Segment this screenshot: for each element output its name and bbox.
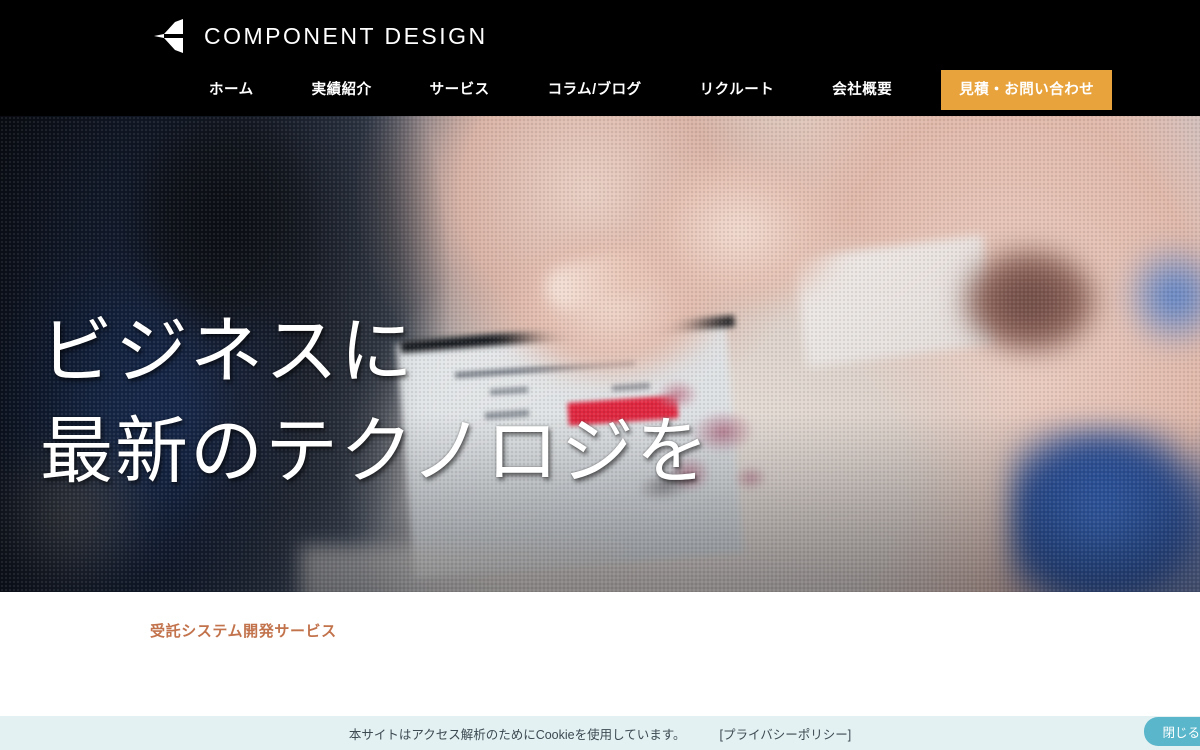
hero-copy: ビジネスに 最新のテクノロジを [40,302,711,502]
nav-item-recruit[interactable]: リクルート [671,70,804,110]
hero-photo-shirt-right-upper [1120,236,1200,356]
page-root: COMPONENT DESIGN ホーム 実績紹介 サービス コラム/ブログ リ… [0,0,1200,750]
chevron-left-logo-icon [154,19,183,53]
nav-item-works[interactable]: 実績紹介 [283,70,401,110]
hero-banner: ビジネスに 最新のテクノロジを [0,116,1200,592]
cookie-consent-bar: 本サイトはアクセス解析のためにCookieを使用しています。 [プライバシーポリ… [0,716,1200,750]
brand-name: COMPONENT DESIGN [204,22,488,49]
cookie-content: 本サイトはアクセス解析のためにCookieを使用しています。 [プライバシーポリ… [349,724,851,743]
cookie-close-button[interactable]: 閉じる [1144,717,1200,746]
hero-photo-hand-right [620,136,860,326]
site-logo[interactable]: COMPONENT DESIGN [150,17,488,55]
hero-photo-hair-right [950,236,1110,366]
privacy-policy-link[interactable]: [プライバシーポリシー] [719,724,851,743]
nav-item-services[interactable]: サービス [401,70,519,110]
main-content: 受託システム開発サービス [0,592,1200,716]
nav-item-company[interactable]: 会社概要 [803,70,921,110]
cookie-close-area: 閉じる [1140,716,1200,750]
section-title-service: 受託システム開発サービス [150,623,337,640]
site-header: COMPONENT DESIGN ホーム 実績紹介 サービス コラム/ブログ リ… [0,0,1200,116]
hero-headline-line2: 最新のテクノロジを [40,409,711,494]
cookie-message: 本サイトはアクセス解析のためにCookieを使用しています。 [348,727,686,742]
nav-item-blog[interactable]: コラム/ブログ [519,70,671,110]
nav-cta-contact[interactable]: 見積・お問い合わせ [941,70,1113,110]
hero-headline-line1: ビジネスに [40,309,415,394]
main-navigation: ホーム 実績紹介 サービス コラム/ブログ リクルート 会社概要 見積・お問い合… [180,70,1113,110]
nav-item-home[interactable]: ホーム [180,70,283,110]
